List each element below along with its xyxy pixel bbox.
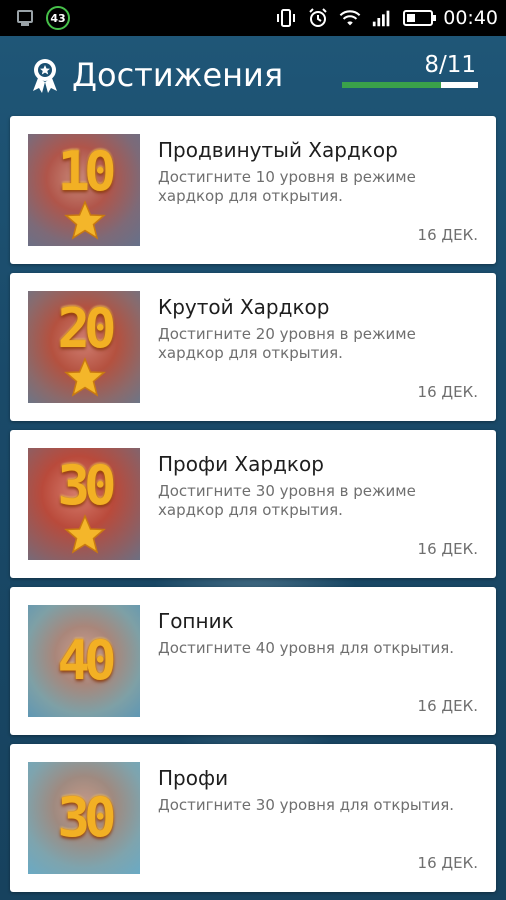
app-header: Достижения 8/11 — [0, 36, 506, 114]
star-icon — [64, 357, 106, 397]
achievement-card[interactable]: 20 Крутой Хардкор Достигните 20 уровня в… — [10, 273, 496, 421]
achievement-badge-image: 10 — [28, 134, 140, 246]
achievement-title: Профи — [158, 766, 229, 790]
badge-number: 30 — [57, 454, 116, 517]
achievement-badge-image: 30 — [28, 762, 140, 874]
achievement-badge-image: 30 — [28, 448, 140, 560]
badge-number: 20 — [57, 297, 116, 360]
cell-signal-icon — [371, 7, 393, 29]
progress-bar-fill — [342, 82, 442, 88]
achievement-description: Достигните 10 уровня в режиме хардкор дл… — [158, 168, 416, 205]
achievement-date: 16 ДЕК. — [417, 226, 478, 244]
achievement-title: Гопник — [158, 609, 234, 633]
badge-number: 30 — [57, 786, 116, 849]
achievement-card[interactable]: 30 Профи Хардкор Достигните 30 уровня в … — [10, 430, 496, 578]
achievement-card[interactable]: 10 Продвинутый Хардкор Достигните 10 уро… — [10, 116, 496, 264]
vibrate-icon — [275, 7, 297, 29]
status-bar: 43 00:40 — [0, 0, 506, 36]
screenshot-notification-icon — [14, 7, 36, 29]
progress-count: 8/11 — [424, 52, 476, 78]
achievement-date: 16 ДЕК. — [417, 383, 478, 401]
achievement-title: Продвинутый Хардкор — [158, 138, 398, 162]
achievement-date: 16 ДЕК. — [417, 854, 478, 872]
achievement-description: Достигните 30 уровня в режиме хардкор дл… — [158, 482, 416, 519]
achievement-card[interactable]: 30 Профи Достигните 30 уровня для открыт… — [10, 744, 496, 892]
battery-level — [407, 14, 416, 22]
achievement-progress: 8/11 — [342, 52, 478, 88]
achievement-title: Профи Хардкор — [158, 452, 324, 476]
star-icon — [64, 514, 106, 554]
achievement-description: Достигните 20 уровня в режиме хардкор дл… — [158, 325, 416, 362]
achievement-description: Достигните 30 уровня для открытия. — [158, 796, 455, 814]
progress-bar — [342, 82, 478, 88]
battery-icon — [403, 10, 437, 26]
achievement-date: 16 ДЕК. — [417, 697, 478, 715]
achievement-card[interactable]: 40 Гопник Достигните 40 уровня для откры… — [10, 587, 496, 735]
achievement-title: Крутой Хардкор — [158, 295, 330, 319]
wifi-icon — [339, 7, 361, 29]
achievement-date: 16 ДЕК. — [417, 540, 478, 558]
badge-number: 10 — [57, 140, 116, 203]
achievement-ribbon-icon — [33, 59, 57, 93]
notification-count-badge: 43 — [46, 6, 70, 30]
badge-number: 40 — [57, 629, 116, 692]
clock: 00:40 — [443, 7, 498, 29]
alarm-icon — [307, 7, 329, 29]
page-title: Достижения — [72, 56, 284, 94]
achievement-description: Достигните 40 уровня для открытия. — [158, 639, 455, 657]
star-icon — [64, 200, 106, 240]
achievement-badge-image: 40 — [28, 605, 140, 717]
achievement-badge-image: 20 — [28, 291, 140, 403]
